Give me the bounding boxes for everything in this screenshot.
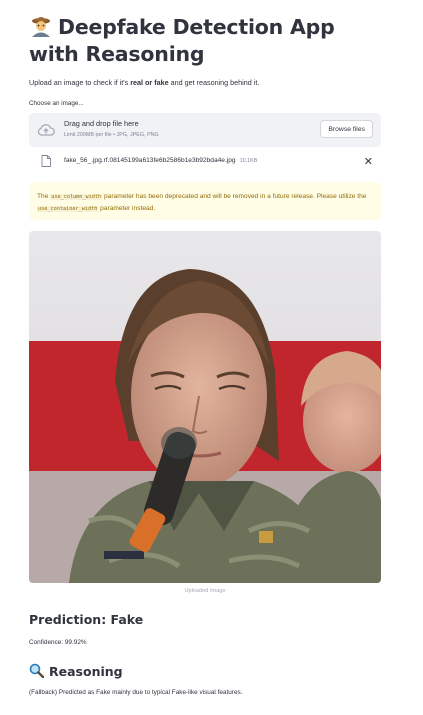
file-limit-text: Limit 200MB per file • JPG, JPEG, PNG [64,132,159,138]
file-name-text: fake_56_.jpg.rf.08145199a613fe6b2586b1e3… [64,157,236,164]
warning-code-2: use_container_width [37,206,99,212]
uploader-label: Choose an image... [29,100,84,107]
browse-files-button[interactable]: Browse files [320,120,373,138]
page-title: Deepfake Detection App with Reasoning [29,14,381,68]
detective-emoji-icon [32,17,50,37]
confidence-text: Confidence: 99.92% [29,639,87,646]
reasoning-text: (Fallback) Predicted as Fake mainly due … [29,689,243,696]
warning-text-2: parameter has been deprecated and will b… [102,193,367,200]
title-text: Deepfake Detection App with Reasoning [29,15,335,66]
warning-text: The [37,193,51,200]
file-size: 10.1KB [239,158,258,164]
uploaded-image [29,231,381,583]
image-caption: Uploaded Image [184,588,226,594]
deprecation-warning: The use_column_width parameter has been … [29,182,381,220]
warning-text-3: parameter instead. [98,205,156,212]
reasoning-heading-text: Reasoning [49,664,123,679]
file-dropzone[interactable]: Drag and drop file here Limit 200MB per … [29,113,381,147]
prediction-heading: Prediction: Fake [29,612,144,627]
warning-code: use_column_width [50,194,103,200]
subtitle-bold: real or fake [130,78,169,87]
subtitle-text: Upload an image to check if it's [29,78,131,87]
uploaded-photo-illustration [29,231,381,583]
subtitle-text-end: and get reasoning behind it. [168,78,260,87]
drop-instructions: Drag and drop file here [64,119,139,128]
reasoning-heading: Reasoning [29,663,123,679]
uploaded-file-row: fake_56_.jpg.rf.08145199a613fe6b2586b1e3… [29,152,381,172]
file-name: fake_56_.jpg.rf.08145199a613fe6b2586b1e3… [64,157,257,164]
subtitle: Upload an image to check if it's real or… [29,78,259,87]
remove-file-close-icon[interactable]: ✕ [364,155,373,169]
cloud-upload-icon [37,124,55,136]
file-icon [41,155,51,167]
magnifier-icon [29,663,44,678]
